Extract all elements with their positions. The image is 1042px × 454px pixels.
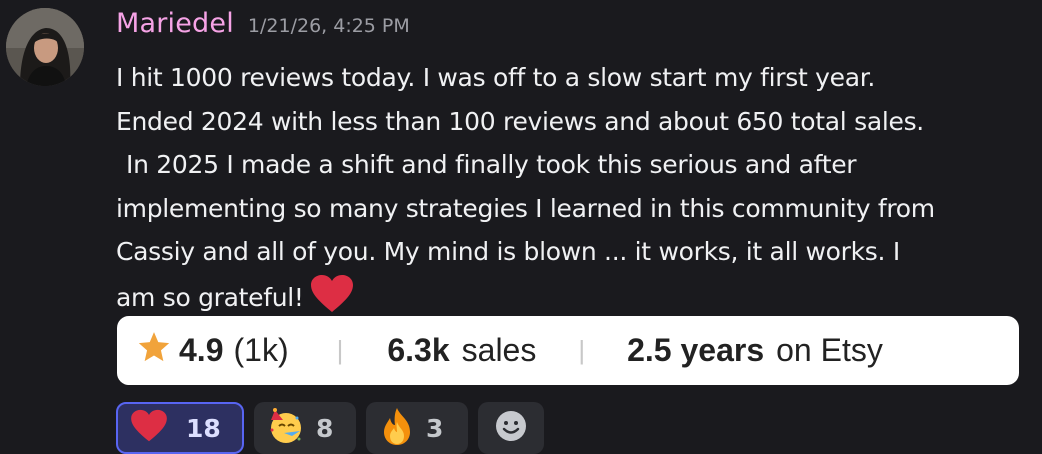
message-line: Ended 2024 with less than 100 reviews an…	[116, 106, 924, 136]
sales-value: 6.3k	[387, 332, 450, 368]
message-line: In 2025 I made a shift and finally took …	[126, 150, 857, 179]
reaction-count: 3	[426, 413, 444, 443]
add-reaction-button[interactable]	[478, 402, 544, 454]
rating-value: 4.9	[179, 332, 224, 368]
reaction-count: 18	[186, 413, 221, 443]
avatar[interactable]	[6, 8, 84, 86]
message-line: am so grateful!	[116, 282, 304, 312]
fire-icon	[378, 406, 416, 450]
etsy-stats-card: 4.9 (1k) | 6.3k sales | 2.5 years on Ets…	[117, 316, 1019, 385]
reaction-count: 8	[316, 413, 334, 443]
message-line: I hit 1000 reviews today. I was off to a…	[116, 63, 876, 92]
message-header: Mariedel 1/21/26, 4:25 PM	[116, 8, 410, 39]
years-label: on Etsy	[776, 332, 883, 368]
reaction-fire-button[interactable]: 3	[366, 402, 468, 454]
reaction-heart-button[interactable]: 18	[116, 402, 244, 454]
divider: |	[578, 335, 586, 365]
years-value: 2.5 years	[627, 332, 765, 368]
reaction-party-button[interactable]: 8	[254, 402, 356, 454]
divider: |	[336, 335, 344, 365]
message-line: implementing so many strategies I learne…	[116, 193, 935, 223]
review-count: (1k)	[233, 332, 289, 368]
reactions-bar: 18 8 3	[116, 402, 554, 454]
red-heart-icon	[130, 409, 168, 447]
smiley-face-icon	[495, 410, 527, 446]
sales-label: sales	[461, 332, 537, 368]
partying-face-icon	[266, 406, 306, 450]
message-line: Cassiy and all of you. My mind is blown …	[116, 237, 900, 266]
star-icon	[137, 330, 171, 372]
message-content: I hit 1000 reviews today. I was off to a…	[116, 56, 1036, 327]
avatar-photo	[6, 8, 84, 86]
message-timestamp[interactable]: 1/21/26, 4:25 PM	[248, 15, 410, 37]
author-name[interactable]: Mariedel	[116, 8, 234, 39]
